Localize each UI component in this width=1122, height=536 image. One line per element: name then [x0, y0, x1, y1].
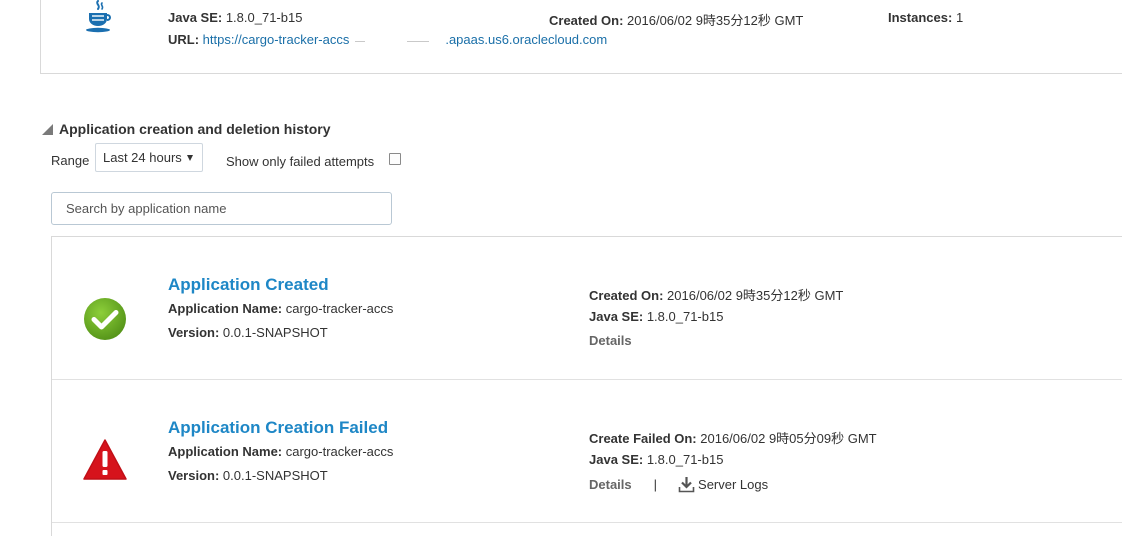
collapse-triangle-icon[interactable]	[42, 123, 53, 135]
entry-time-value: 2016/06/02 9時05分09秒 GMT	[700, 431, 877, 446]
summary-instances-label: Instances:	[888, 10, 953, 25]
entry-java-value: 1.8.0_71-b15	[646, 452, 724, 467]
entry-title[interactable]: Application Created	[168, 275, 329, 295]
entry-version-value: 0.0.1-SNAPSHOT	[222, 325, 328, 340]
url-suffix: .apaas.us6.oraclecloud.com	[445, 32, 608, 47]
redacted-region	[349, 34, 446, 47]
entry-created-on: Created On: 2016/06/02 9時35分12秒 GMT	[589, 285, 843, 304]
summary-created-on-value: 2016/06/02 9時35分12秒 GMT	[627, 13, 804, 28]
range-label: Range	[51, 153, 90, 168]
entry-java-label: Java SE:	[589, 452, 644, 467]
url-prefix: https://cargo-tracker-accs	[202, 32, 350, 47]
history-section-header[interactable]: Application creation and deletion histor…	[42, 121, 330, 137]
check-circle-icon	[84, 298, 126, 340]
entry-version: Version: 0.0.1-SNAPSHOT	[168, 468, 328, 483]
entry-links: Details	[589, 333, 632, 348]
application-url-link[interactable]: https://cargo-tracker-accs .apaas.us6.ora…	[203, 32, 608, 47]
entry-version: Version: 0.0.1-SNAPSHOT	[168, 325, 328, 340]
failed-only-checkbox[interactable]	[389, 153, 401, 165]
history-list: Application Created Application Name: ca…	[51, 236, 1122, 536]
details-link[interactable]: Details	[589, 477, 632, 492]
download-icon	[678, 477, 695, 493]
entry-app-name-label: Application Name:	[168, 301, 283, 316]
failed-only-label: Show only failed attempts	[226, 154, 375, 169]
entry-java-se: Java SE: 1.8.0_71-b15	[589, 452, 723, 467]
entry-java-se: Java SE: 1.8.0_71-b15	[589, 309, 723, 324]
summary-created-on: Created On: 2016/06/02 9時35分12秒 GMT	[549, 10, 803, 29]
java-cup-icon	[86, 0, 111, 33]
search-input[interactable]	[51, 192, 392, 225]
entry-time-label: Create Failed On:	[589, 431, 697, 446]
entry-version-label: Version:	[168, 325, 220, 340]
entry-app-name-value: cargo-tracker-accs	[285, 444, 394, 459]
warning-triangle-icon	[83, 439, 127, 480]
entry-title[interactable]: Application Creation Failed	[168, 418, 388, 438]
caret-down-icon	[187, 155, 193, 161]
entry-app-name-value: cargo-tracker-accs	[285, 301, 394, 316]
summary-java-se-label: Java SE:	[168, 10, 223, 25]
history-entry-created: Application Created Application Name: ca…	[52, 237, 1122, 380]
history-entry-failed: Application Creation Failed Application …	[52, 380, 1122, 523]
application-summary-card: Java SE: 1.8.0_71-b15 Created On: 2016/0…	[40, 0, 1122, 74]
entry-time-label: Created On:	[589, 288, 664, 303]
entry-time-value: 2016/06/02 9時35分12秒 GMT	[667, 288, 844, 303]
entry-app-name: Application Name: cargo-tracker-accs	[168, 301, 393, 316]
link-separator: |	[653, 477, 658, 492]
entry-create-failed-on: Create Failed On: 2016/06/02 9時05分09秒 GM…	[589, 428, 877, 447]
details-link[interactable]: Details	[589, 333, 632, 348]
summary-url-label: URL:	[168, 32, 200, 47]
entry-app-name-label: Application Name:	[168, 444, 283, 459]
entry-version-value: 0.0.1-SNAPSHOT	[222, 468, 328, 483]
entry-java-label: Java SE:	[589, 309, 644, 324]
summary-created-on-label: Created On:	[549, 13, 624, 28]
range-dropdown-value: Last 24 hours	[103, 150, 182, 165]
summary-java-se: Java SE: 1.8.0_71-b15	[168, 10, 302, 25]
entry-version-label: Version:	[168, 468, 220, 483]
range-dropdown[interactable]: Last 24 hours	[95, 143, 203, 172]
summary-instances: Instances: 1	[888, 10, 963, 25]
server-logs-label: Server Logs	[698, 477, 769, 492]
summary-url: URL: https://cargo-tracker-accs .apaas.us…	[168, 32, 607, 47]
server-logs-link[interactable]: Server Logs	[678, 476, 768, 493]
entry-links: Details | Server Logs	[589, 476, 768, 493]
summary-java-se-value: 1.8.0_71-b15	[225, 10, 303, 25]
entry-app-name: Application Name: cargo-tracker-accs	[168, 444, 393, 459]
history-section-title: Application creation and deletion histor…	[59, 121, 331, 137]
entry-java-value: 1.8.0_71-b15	[646, 309, 724, 324]
summary-instances-value: 1	[955, 10, 964, 25]
